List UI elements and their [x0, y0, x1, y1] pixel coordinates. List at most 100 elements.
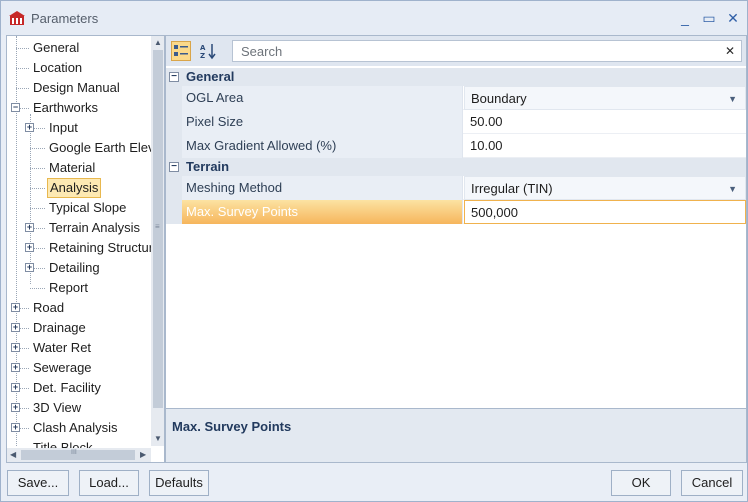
property-name: Max Gradient Allowed (%): [182, 134, 463, 158]
row-gutter: [166, 110, 182, 134]
category-label: General: [186, 69, 235, 84]
expand-icon[interactable]: +: [11, 303, 20, 312]
expand-icon[interactable]: +: [11, 403, 20, 412]
hscroll-grip-icon: III: [71, 449, 77, 456]
categorized-view-button[interactable]: [171, 41, 191, 61]
close-button[interactable]: ✕: [723, 9, 743, 27]
tree-item[interactable]: 3D View: [31, 398, 83, 418]
ok-button[interactable]: OK: [611, 470, 671, 496]
tree-hscroll-thumb[interactable]: [21, 450, 135, 460]
tree-horizontal-scrollbar[interactable]: ◀ III ▶: [7, 448, 151, 462]
sort-az-icon: A Z: [200, 44, 216, 60]
tree-item[interactable]: Sewerage: [31, 358, 94, 378]
tree-item[interactable]: Detailing: [47, 258, 102, 278]
property-name: Pixel Size: [182, 110, 463, 134]
minimize-button[interactable]: _: [675, 9, 695, 27]
property-value-text: Irregular (TIN): [471, 181, 553, 196]
category-tree[interactable]: General Location Design Manual − Earthworks +…: [6, 35, 165, 463]
expand-icon[interactable]: +: [11, 323, 20, 332]
load-button[interactable]: Load...: [79, 470, 139, 496]
expand-icon[interactable]: +: [25, 223, 34, 232]
collapse-icon[interactable]: −: [169, 162, 179, 172]
property-value-field[interactable]: 50.00: [464, 110, 746, 134]
tree-item-label: Sewerage: [33, 360, 92, 375]
collapse-icon[interactable]: −: [169, 72, 179, 82]
tree-item[interactable]: Typical Slope: [47, 198, 128, 218]
tree-item-label: Report: [49, 280, 89, 295]
tree-connector: [16, 88, 29, 89]
tree-item[interactable]: Clash Analysis: [31, 418, 120, 438]
category-row[interactable]: − General: [166, 68, 746, 86]
maximize-button[interactable]: ▭: [699, 9, 719, 27]
collapse-icon[interactable]: −: [11, 103, 20, 112]
property-toolbar: A Z ✕: [166, 36, 746, 66]
clear-search-icon[interactable]: ✕: [725, 41, 735, 61]
property-grid-panel: A Z ✕ −GeneralOGL AreaBoundary▼Pixel Siz…: [165, 35, 747, 463]
category-row[interactable]: − Terrain: [166, 158, 746, 176]
scroll-down-icon[interactable]: ▼: [154, 434, 162, 443]
tree-connector: [30, 288, 45, 289]
expand-icon[interactable]: +: [11, 363, 20, 372]
property-row[interactable]: OGL Area Boundary ▼: [166, 86, 746, 110]
tree-item[interactable]: General: [31, 38, 81, 58]
property-row[interactable]: Meshing Method Irregular (TIN) ▼: [166, 176, 746, 200]
property-name: OGL Area: [182, 86, 463, 110]
expand-icon[interactable]: +: [25, 123, 34, 132]
tree-item[interactable]: Water Ret: [31, 338, 93, 358]
tree-item[interactable]: Det. Facility: [31, 378, 103, 398]
category-label: Terrain: [186, 159, 230, 174]
tree-item[interactable]: Road: [31, 298, 66, 318]
scroll-up-icon[interactable]: ▲: [154, 38, 162, 47]
tree-item[interactable]: Google Earth Eleva: [47, 138, 164, 158]
tree-item[interactable]: Report: [47, 278, 90, 298]
property-value-field[interactable]: 10.00: [464, 134, 746, 158]
tree-item[interactable]: Terrain Analysis: [47, 218, 142, 238]
defaults-button[interactable]: Defaults: [149, 470, 209, 496]
expand-icon[interactable]: +: [11, 423, 20, 432]
tree-item[interactable]: Input: [47, 118, 80, 138]
property-row[interactable]: Max Gradient Allowed (%) 10.00: [166, 134, 746, 158]
property-value-text: Boundary: [471, 91, 527, 106]
property-value-dropdown[interactable]: Boundary ▼: [464, 86, 746, 110]
search-input[interactable]: [239, 41, 719, 63]
tree-item-label: Det. Facility: [33, 380, 101, 395]
property-value-field[interactable]: 500,000: [464, 200, 746, 224]
tree-item-label: General: [33, 40, 80, 55]
expand-icon[interactable]: +: [11, 343, 20, 352]
row-gutter: [166, 134, 182, 158]
tree-item[interactable]: Design Manual: [31, 78, 122, 98]
property-value-text: 500,000: [471, 205, 518, 220]
tree-connector: [16, 48, 29, 49]
property-row[interactable]: Pixel Size 50.00: [166, 110, 746, 134]
tree-item[interactable]: Earthworks: [31, 98, 100, 118]
expand-icon[interactable]: +: [25, 263, 34, 272]
parameters-window: Parameters _ ▭ ✕ General Location Design M…: [0, 0, 748, 502]
save-button[interactable]: Save...: [7, 470, 69, 496]
tree-item[interactable]: Analysis: [47, 178, 102, 198]
tree-item[interactable]: Location: [31, 58, 84, 78]
description-title: Max. Survey Points: [172, 419, 292, 434]
dropdown-arrow-icon[interactable]: ▼: [728, 177, 737, 201]
scroll-left-icon[interactable]: ◀: [10, 450, 16, 459]
expand-icon[interactable]: +: [25, 243, 34, 252]
tree-item-label: Terrain Analysis: [49, 220, 141, 235]
expand-icon[interactable]: +: [11, 383, 20, 392]
tree-connector: [30, 188, 45, 189]
tree-connector: [30, 168, 45, 169]
cancel-button[interactable]: Cancel: [681, 470, 743, 496]
tree-item[interactable]: Material: [47, 158, 97, 178]
scroll-right-icon[interactable]: ▶: [140, 450, 146, 459]
svg-text:Z: Z: [200, 52, 205, 60]
property-value-dropdown[interactable]: Irregular (TIN) ▼: [464, 176, 746, 200]
alphabetical-sort-button[interactable]: A Z: [198, 41, 218, 61]
property-row[interactable]: Max. Survey Points 500,000: [166, 200, 746, 224]
tree-item-label: Water Ret: [33, 340, 92, 355]
tree-item[interactable]: Retaining Structure: [47, 238, 162, 258]
tree-vertical-scrollbar[interactable]: ▲ ≡ ▼: [151, 36, 164, 446]
dropdown-arrow-icon[interactable]: ▼: [728, 87, 737, 111]
tree-item-label: Road: [33, 300, 65, 315]
svg-text:A: A: [200, 44, 206, 52]
tree-item[interactable]: Drainage: [31, 318, 88, 338]
property-name: Meshing Method: [182, 176, 463, 200]
property-value-text: 10.00: [470, 138, 503, 153]
